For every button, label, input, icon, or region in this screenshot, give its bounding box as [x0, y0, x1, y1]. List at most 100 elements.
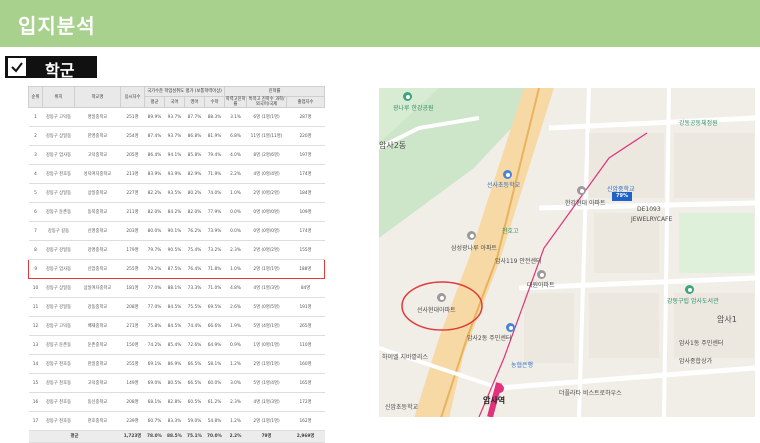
- table-row: 2 강동구 상일동 한영중학교 254명 87.4% 93.7% 86.8% 81.9% 6.8…: [28, 126, 325, 146]
- table-cell: 5명 (1명/4명): [246, 373, 287, 393]
- subway-station-icon[interactable]: [495, 384, 504, 393]
- table-cell: 93.5%: [164, 183, 185, 203]
- table-cell: 4명 (1명/3명): [246, 392, 287, 412]
- target-apt-pin[interactable]: [437, 293, 446, 302]
- table-cell: 58.1%: [204, 354, 225, 374]
- table-cell: 명일중학교: [74, 107, 121, 127]
- table-cell: 강동구 천호동: [42, 354, 75, 374]
- table-cell: 89.9%: [144, 107, 165, 127]
- table-cell: 8: [28, 240, 43, 260]
- table-cell: 신암중학교: [74, 259, 121, 279]
- table-cell: 강동중학교: [74, 297, 121, 317]
- checkbox-icon: [8, 58, 26, 76]
- park-pin[interactable]: [403, 92, 412, 101]
- table-cell: 한영중학교: [74, 126, 121, 146]
- table-cell: 82.0%: [184, 202, 205, 222]
- table-row: 14 강동구 천호동 천일중학교 255명 69.1% 86.9% 66.5% 58.1% 1.…: [28, 354, 325, 374]
- table-cell: 5: [28, 183, 43, 203]
- table-cell: 80.0%: [144, 221, 165, 241]
- table-cell: 66.5%: [184, 373, 205, 393]
- table-cell: 6: [28, 202, 43, 222]
- table-cell: 고덕중학교: [74, 145, 121, 165]
- table-cell: 1.0%: [224, 259, 247, 279]
- table-cell: 8명 (2명/6명): [246, 145, 287, 165]
- table-cell: 14: [28, 354, 43, 374]
- table-cell: 179명: [120, 240, 145, 260]
- table-cell: 3.0%: [224, 373, 247, 393]
- table-cell: 강동구 강일동: [42, 240, 75, 260]
- apt-pin[interactable]: [467, 231, 476, 240]
- header-bar: 입지분석: [0, 0, 760, 47]
- table-cell: 2명 (0명/2명): [246, 240, 287, 260]
- table-cell: 9: [28, 259, 43, 279]
- school-pin[interactable]: [503, 170, 512, 179]
- table-cell: 82.8%: [164, 392, 185, 412]
- map-label: 더플라타 비스트로하우스: [559, 390, 622, 397]
- table-cell: 77.0%: [144, 297, 165, 317]
- table-cell: 265명: [286, 316, 325, 336]
- average-cell: 70.0%: [204, 430, 225, 443]
- station-exit-pin[interactable]: [506, 323, 515, 332]
- col-header: 순위: [28, 86, 43, 108]
- table-cell: 150명: [120, 335, 145, 355]
- table-cell: 174명: [286, 164, 325, 184]
- group-header: 진학률: [224, 86, 326, 97]
- table-cell: 66.6%: [204, 316, 225, 336]
- map-label: 암사역: [483, 396, 506, 405]
- table-cell: 66.5%: [184, 354, 205, 374]
- table-cell: 227명: [120, 183, 145, 203]
- col-header: 학교명: [74, 86, 121, 108]
- library-pin[interactable]: [685, 285, 694, 294]
- apt-pin[interactable]: [537, 270, 546, 279]
- table-cell: 강동구 천호동: [42, 373, 75, 393]
- table-cell: 강동구 강일동: [42, 297, 75, 317]
- table-cell: 0.9%: [224, 335, 247, 355]
- table-cell: 197명: [286, 145, 325, 165]
- table-cell: 71.9%: [204, 164, 225, 184]
- table-cell: 81.9%: [204, 126, 225, 146]
- average-cell: 78.0%: [144, 430, 165, 443]
- table-cell: 87.4%: [144, 126, 165, 146]
- table-cell: 88.3%: [204, 107, 225, 127]
- table-cell: 강동구 상일동: [42, 278, 75, 298]
- table-cell: 79.7%: [144, 240, 165, 260]
- table-cell: 2.6%: [224, 297, 247, 317]
- table-cell: 205명: [120, 145, 145, 165]
- map-label: 삼성광나루 아파트: [451, 245, 498, 252]
- table-cell: 80.2%: [184, 183, 205, 203]
- table-cell: 271명: [120, 316, 145, 336]
- col-header: 특목고 진학수 과학/외국어/국제: [246, 96, 288, 108]
- location-map[interactable]: 광나루 한강공원 강동공동체정원 암사2동 선사초등학교 한강현대 아파트 신암…: [379, 88, 755, 417]
- table-cell: 0.0%: [224, 221, 247, 241]
- average-row: 평균 1,723명 78.0% 88.5% 75.1% 70.0% 2.2% 79명 2,969…: [28, 430, 325, 443]
- col-header: 응시자수: [120, 86, 145, 108]
- table-cell: 76.2%: [184, 221, 205, 241]
- table-row: 15 강동구 천호동 고덕중학교 149명 69.0% 80.5% 66.5% 60.0% 3.…: [28, 373, 325, 393]
- table-row: 10 강동구 상일동 상일여자중학교 181명 77.0% 88.1% 73.3% 71.0%…: [28, 278, 325, 298]
- table-cell: 15: [28, 373, 43, 393]
- table-cell: 85.4%: [164, 335, 185, 355]
- table-cell: 6.8%: [224, 126, 247, 146]
- table-cell: 64.9%: [204, 335, 225, 355]
- table-cell: 71.0%: [204, 278, 225, 298]
- apt-pin[interactable]: [577, 186, 586, 195]
- table-cell: 2.3%: [224, 240, 247, 260]
- table-cell: 74.0%: [204, 183, 225, 203]
- table-cell: 87.5%: [164, 259, 185, 279]
- table-cell: 강동구 고덕동: [42, 107, 75, 127]
- table-cell: 109명: [286, 202, 325, 222]
- map-label: 강동공동체정원: [679, 120, 718, 127]
- table-cell: 강동구 둔촌동: [42, 202, 75, 222]
- average-cell: 평균: [28, 430, 121, 443]
- table-cell: 60.0%: [204, 373, 225, 393]
- table-cell: 61.2%: [204, 392, 225, 412]
- map-background: [379, 88, 755, 417]
- table-cell: 203명: [120, 221, 145, 241]
- table-cell: 69.1%: [144, 354, 165, 374]
- table-cell: 79.2%: [144, 259, 165, 279]
- table-row: 1 강동구 고덕동 명일중학교 251명 89.9% 93.7% 87.7% 88.3% 3.1…: [28, 107, 325, 127]
- table-cell: 신명중학교: [74, 221, 121, 241]
- table-row: 7 강동구 길동 신명중학교 203명 80.0% 90.1% 76.2% 73.9% 0.0%…: [28, 221, 325, 241]
- table-cell: 83.9%: [144, 164, 165, 184]
- table-cell: 1.2%: [224, 354, 247, 374]
